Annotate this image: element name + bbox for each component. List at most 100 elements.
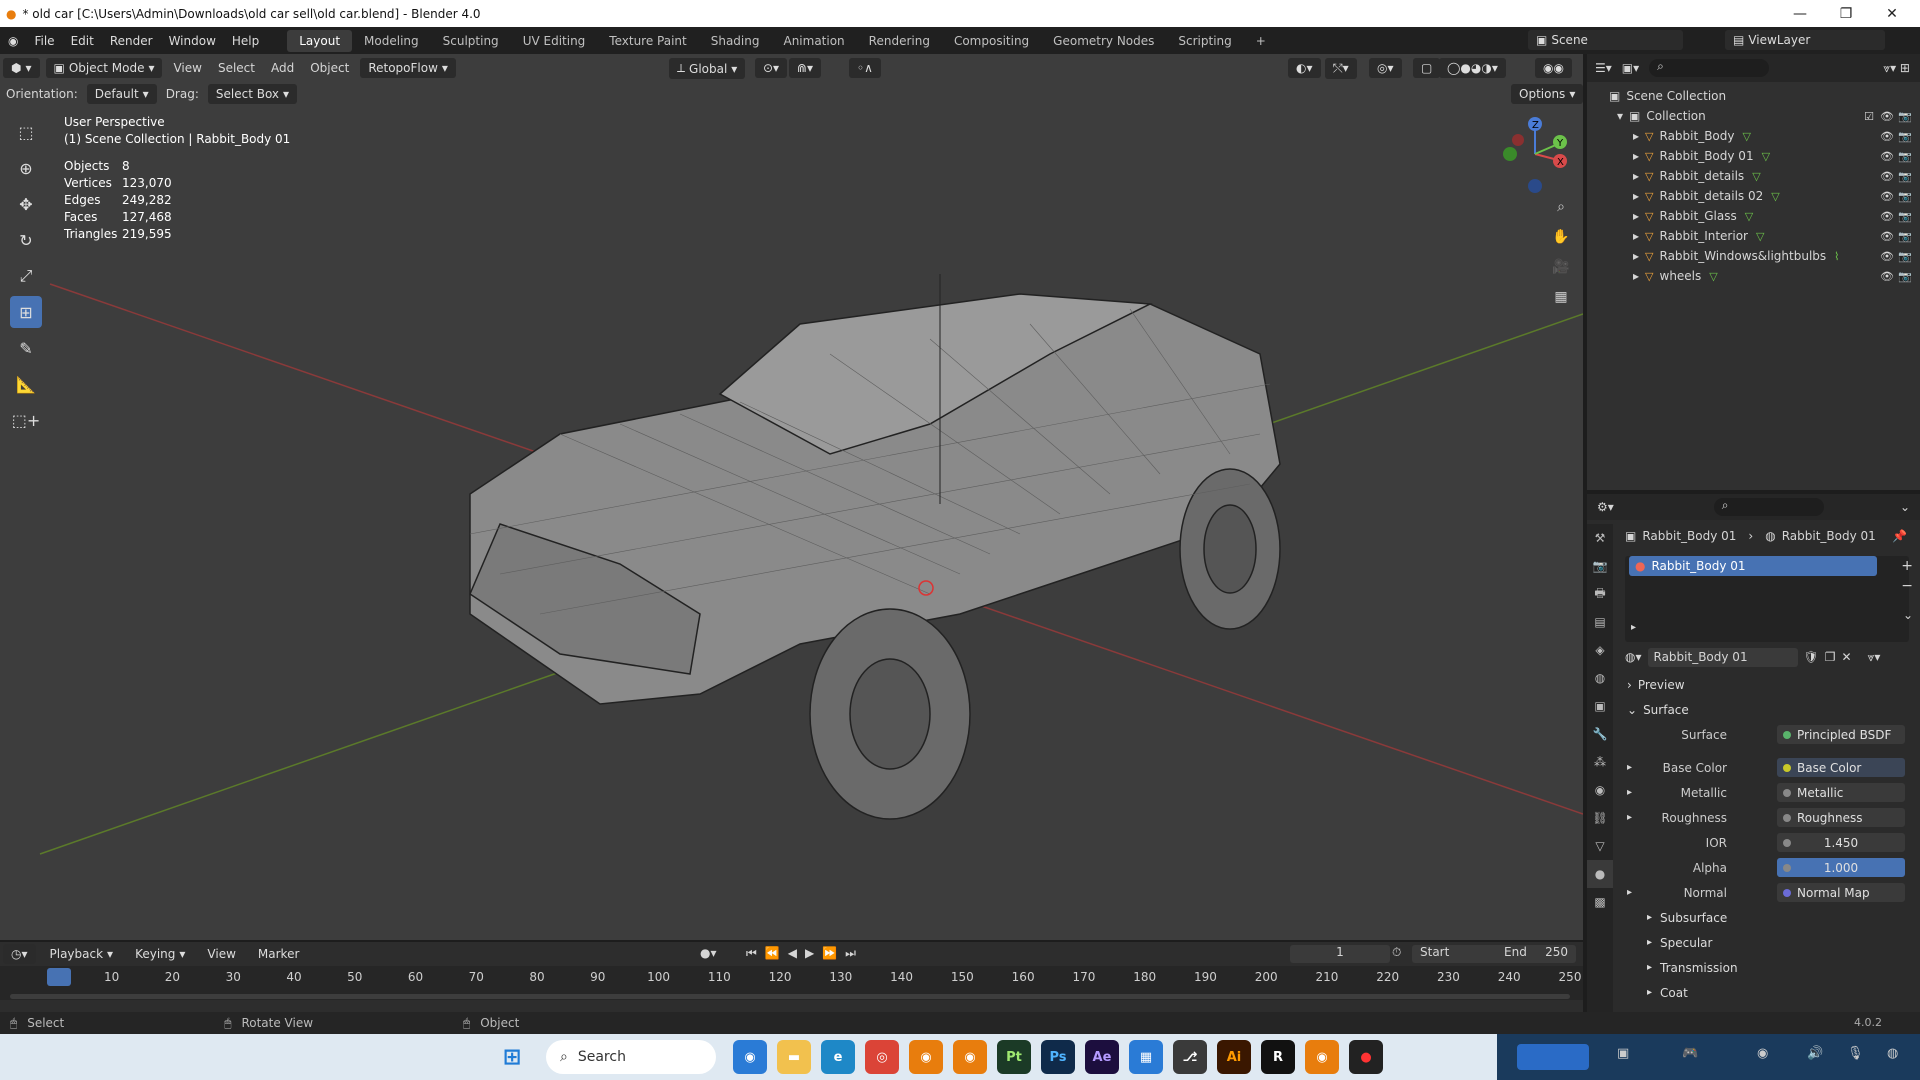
camera-icon[interactable]: 📷 [1898, 210, 1912, 223]
scene-tab-icon[interactable]: ◈ [1587, 636, 1613, 664]
annotate-tool[interactable]: ✎ [10, 332, 42, 364]
close-button[interactable]: ✕ [1869, 0, 1915, 27]
alpha-field[interactable]: 1.000 [1777, 858, 1905, 877]
outliner-item[interactable]: ▸ ▽ Rabbit_details ▽ 👁 📷 [1587, 166, 1920, 186]
transform-orientation[interactable]: ⟂ Global ▾ [669, 58, 746, 79]
pan-hand-icon[interactable]: ✋ [1548, 224, 1574, 250]
filter-icon[interactable]: ⩔▾ ⊞ [1883, 61, 1920, 76]
illustrator-app-icon[interactable]: Ai [1217, 1040, 1251, 1074]
visibility-button[interactable]: ◐▾ [1288, 58, 1321, 78]
camera-icon[interactable]: 📷 [1898, 170, 1912, 183]
camera-icon[interactable]: 📷 [1898, 190, 1912, 203]
expand-arrow-icon[interactable]: ▸ [1633, 169, 1639, 183]
eye-icon[interactable]: 👁 [1880, 190, 1894, 203]
outliner-item[interactable]: ▸ ▽ Rabbit_Glass ▽ 👁 📷 [1587, 206, 1920, 226]
metallic-field[interactable]: Metallic [1777, 783, 1905, 802]
chrome-browser-icon[interactable]: ◎ [865, 1040, 899, 1074]
add-slot-button[interactable]: + [1901, 558, 1913, 574]
render-tab-icon[interactable]: 📷 [1587, 552, 1613, 580]
view-layer-tab-icon[interactable]: ▤ [1587, 608, 1613, 636]
outliner-item[interactable]: ▸ ▽ Rabbit_Body ▽ 👁 📷 [1587, 126, 1920, 146]
playback-controls[interactable]: ⏮⏪◀▶⏩⏭ [746, 946, 864, 961]
expand-arrow-icon[interactable]: ▸ [1633, 149, 1639, 163]
expand-arrow-icon[interactable]: ▸ [1627, 887, 1632, 898]
expand-arrow-icon[interactable]: ▸ [1633, 229, 1639, 243]
surface-section[interactable]: ⌄ Surface [1617, 697, 1917, 722]
webcam-icon[interactable]: ◉ [1757, 1046, 1768, 1061]
menu-window[interactable]: Window [161, 34, 224, 48]
blender-app-icon[interactable]: ◉ [909, 1040, 943, 1074]
timeline-ruler[interactable]: 1102030405060708090100110120130140150160… [0, 966, 1583, 1000]
drag-selector[interactable]: Select Box ▾ [207, 84, 298, 104]
eye-icon[interactable]: 👁 [1880, 210, 1894, 223]
tab-shading[interactable]: Shading [699, 30, 772, 52]
material-slot[interactable]: ● Rabbit_Body 01 [1629, 556, 1877, 576]
overlay-toggle[interactable]: ◎▾ [1369, 58, 1402, 78]
retopoflow-menu[interactable]: RetopoFlow ▾ [360, 58, 456, 78]
menu-file[interactable]: File [26, 34, 62, 48]
checkbox-icon[interactable]: ☑ [1864, 110, 1874, 123]
expand-arrow-icon[interactable]: ▸ [1633, 249, 1639, 263]
camera-icon[interactable]: 📷 [1898, 250, 1912, 263]
blender-active-icon[interactable]: ◉ [1305, 1040, 1339, 1074]
unlink-icon[interactable]: ✕ [1842, 650, 1852, 664]
outliner-editor-icon[interactable]: ☰▾ [1595, 61, 1612, 75]
after-effects-app-icon[interactable]: Ae [1085, 1040, 1119, 1074]
material-name-field[interactable]: Rabbit_Body 01 [1647, 647, 1798, 667]
playback-menu[interactable]: Playback ▾ [42, 944, 122, 964]
eye-icon[interactable]: 👁 [1880, 110, 1894, 123]
blender-menu-icon[interactable]: ◉ [0, 34, 26, 48]
mesh-data-icon[interactable]: ▽ [1762, 150, 1770, 163]
camera-icon[interactable]: 📷 [1898, 150, 1912, 163]
data-tab-icon[interactable]: ▽ [1587, 832, 1613, 860]
gamepad-icon[interactable]: 🎮 [1682, 1046, 1698, 1061]
tab-uv-editing[interactable]: UV Editing [511, 30, 598, 52]
properties-editor-icon[interactable]: ⚙▾ [1597, 500, 1614, 514]
photoshop-app-icon[interactable]: Ps [1041, 1040, 1075, 1074]
menu-render[interactable]: Render [102, 34, 161, 48]
timeline-view-menu[interactable]: View [199, 944, 243, 964]
add-cube-tool[interactable]: ⬚+ [10, 404, 42, 436]
transform-tool[interactable]: ⊞ [10, 296, 42, 328]
fake-user-icon[interactable]: 🛡 [1804, 650, 1819, 664]
outliner-item[interactable]: ▸ ▽ Rabbit_details 02 ▽ 👁 📷 [1587, 186, 1920, 206]
chevron-down-icon[interactable]: ⌄ [1900, 500, 1920, 514]
eye-icon[interactable]: 👁 [1880, 230, 1894, 243]
scale-tool[interactable]: ⤢ [10, 260, 42, 292]
camera-icon[interactable]: 📷 [1898, 270, 1912, 283]
gizmo-toggle[interactable]: ⤲▾ [1325, 58, 1357, 79]
texture-tab-icon[interactable]: ▩ [1587, 888, 1613, 916]
select-box-tool[interactable]: ⬚ [10, 116, 42, 148]
eye-icon[interactable]: 👁 [1880, 270, 1894, 283]
outliner-item[interactable]: ▸ ▽ Rabbit_Windows&lightbulbs ⌇ 👁 📷 [1587, 246, 1920, 266]
chevron-down-icon[interactable]: ⌄ [1903, 608, 1913, 622]
constraints-tab-icon[interactable]: ⛓ [1587, 804, 1613, 832]
preview-section[interactable]: › Preview [1617, 672, 1917, 697]
mesh-data-icon[interactable]: ▽ [1756, 230, 1764, 243]
mesh-data-icon[interactable]: ▽ [1745, 210, 1753, 223]
network-icon[interactable]: ◍ [1887, 1046, 1898, 1061]
material-tab-icon[interactable]: ● [1587, 860, 1613, 888]
orientation-selector[interactable]: Default ▾ [86, 84, 157, 104]
maximize-button[interactable]: ❐ [1823, 0, 1869, 27]
camera-view-icon[interactable]: 🎥 [1548, 254, 1574, 280]
tray-app-icon[interactable]: ▣ [1617, 1046, 1629, 1061]
particles-tab-icon[interactable]: ⁂ [1587, 748, 1613, 776]
transmission-section[interactable]: ▸ Transmission [1617, 955, 1917, 980]
curve-data-icon[interactable]: ⌇ [1834, 250, 1839, 263]
roughness-field[interactable]: Roughness [1777, 808, 1905, 827]
mode-selector[interactable]: ▣ Object Mode ▾ [45, 58, 163, 78]
eye-icon[interactable]: 👁 [1880, 250, 1894, 263]
move-tool[interactable]: ✥ [10, 188, 42, 220]
tab-scripting[interactable]: Scripting [1166, 30, 1243, 52]
zoom-icon[interactable]: ⌕ [1548, 194, 1574, 220]
specular-section[interactable]: ▸ Specular [1617, 930, 1917, 955]
navigation-gizmo[interactable]: Z X Y [1500, 114, 1570, 194]
menu-view[interactable]: View [165, 61, 209, 75]
tab-layout[interactable]: Layout [287, 29, 353, 52]
properties-search-input[interactable]: ⌕ [1713, 498, 1824, 516]
mesh-data-icon[interactable]: ▽ [1752, 170, 1760, 183]
rizom-app-icon[interactable]: R [1261, 1040, 1295, 1074]
outliner-scene-collection[interactable]: ▣ Scene Collection [1587, 86, 1920, 106]
ior-field[interactable]: 1.450 [1777, 833, 1905, 852]
